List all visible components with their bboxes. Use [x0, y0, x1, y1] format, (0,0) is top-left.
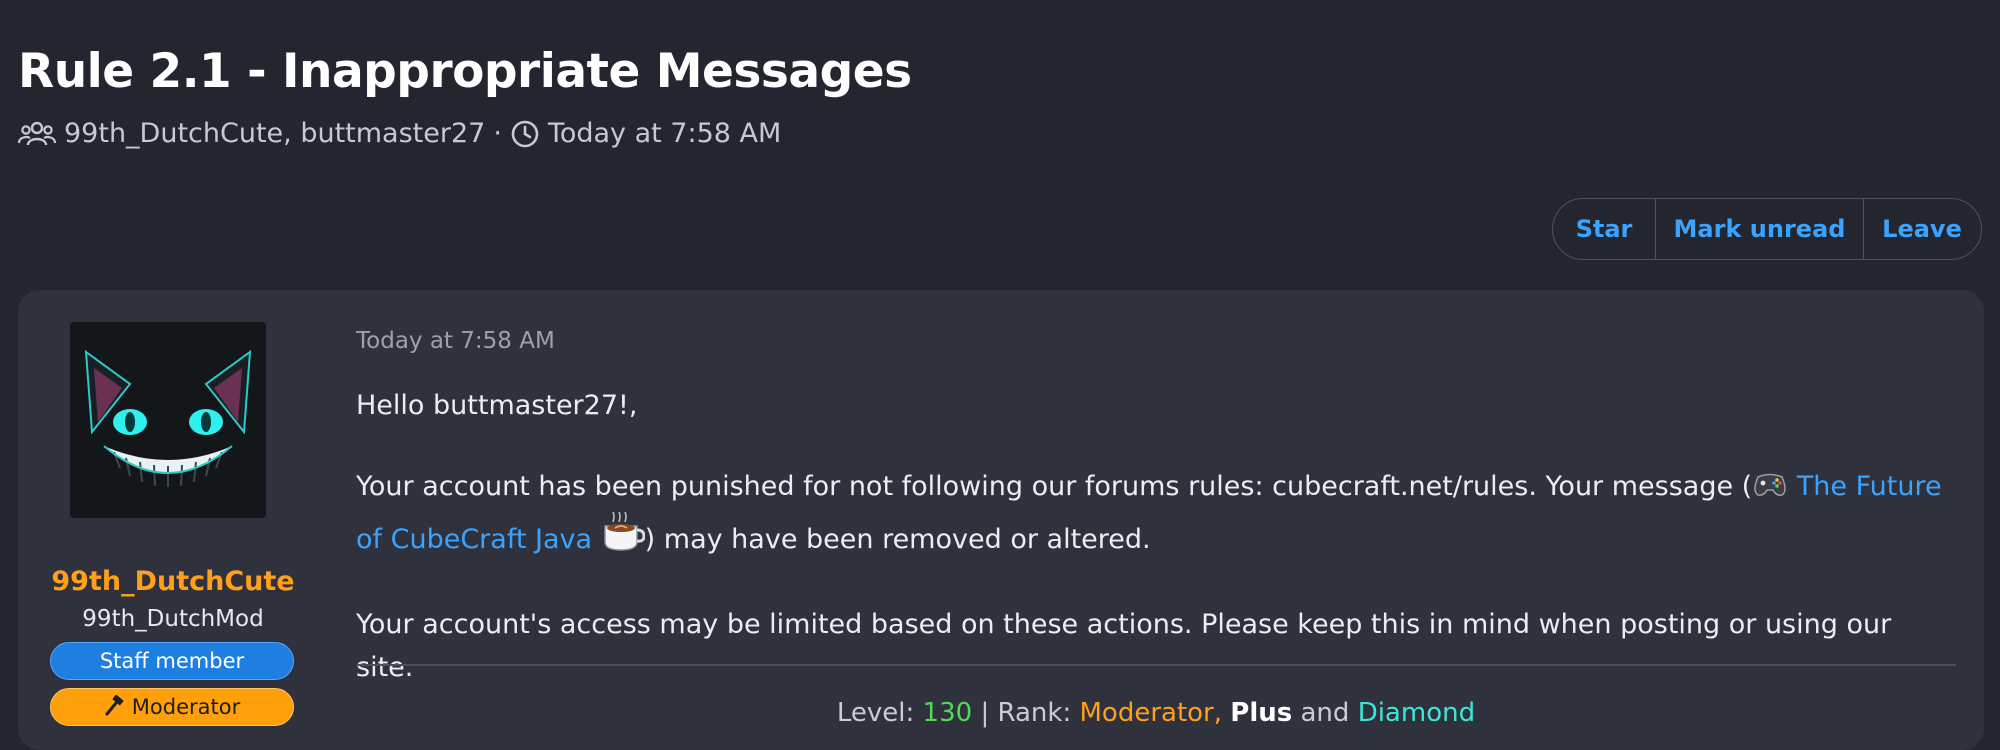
access-warning-text: Your account's access may be limited bas…	[356, 609, 1892, 683]
meta-separator: ·	[493, 118, 502, 149]
punishment-text: Your account has been punished for not f…	[356, 471, 1753, 502]
avatar[interactable]	[70, 322, 266, 518]
rank-plus: Plus	[1230, 698, 1293, 728]
author-title: 99th_DutchMod	[82, 606, 264, 632]
rank-diamond: Diamond	[1357, 698, 1476, 728]
rank-and: and	[1300, 698, 1350, 728]
thread-time[interactable]: Today at 7:58 AM	[548, 116, 781, 152]
coffee-cup-icon	[601, 511, 646, 565]
star-button[interactable]: Star	[1553, 199, 1656, 259]
thread-header: Rule 2.1 - Inappropriate Messages 99th_D…	[18, 40, 2000, 152]
moderator-badge-label: Moderator	[131, 695, 241, 719]
thread-meta: 99th_DutchCute, buttmaster27 · Today at …	[18, 116, 2000, 152]
greeting-text: Hello buttmaster27!,	[356, 390, 638, 421]
clock-icon	[510, 119, 540, 149]
level-label: Level:	[836, 698, 915, 728]
page-title: Rule 2.1 - Inappropriate Messages	[18, 44, 912, 99]
message-body: Hello buttmaster27!, Your account has be…	[356, 384, 1956, 689]
staff-member-badge: Staff member	[50, 642, 294, 680]
level-value: 130	[922, 698, 973, 728]
signature-divider	[356, 664, 1956, 666]
leave-button[interactable]: Leave	[1864, 199, 1980, 259]
author-username[interactable]: 99th_DutchCute	[48, 566, 298, 597]
message-card: 99th_DutchCute 99th_DutchMod Staff membe…	[18, 290, 1984, 750]
punishment-text-end: ) may have been removed or altered.	[644, 524, 1151, 555]
gamepad-icon	[1752, 469, 1788, 512]
rank-moderator: Moderator,	[1079, 698, 1223, 728]
participants-list[interactable]: 99th_DutchCute, buttmaster27	[64, 116, 485, 152]
message-time[interactable]: Today at 7:58 AM	[356, 326, 1956, 356]
signature-separator: |	[980, 698, 990, 728]
moderator-badge: Moderator	[50, 688, 294, 726]
thread-actions: Star Mark unread Leave	[1552, 198, 1982, 260]
mark-unread-button[interactable]: Mark unread	[1656, 199, 1864, 259]
hammer-icon	[104, 692, 126, 728]
signature: Level: 130 | Rank: Moderator, Plus and D…	[356, 698, 1956, 728]
participants-icon	[18, 119, 56, 149]
rank-label: Rank:	[997, 698, 1072, 728]
punishment-paragraph: Your account has been punished for not f…	[356, 465, 1956, 565]
